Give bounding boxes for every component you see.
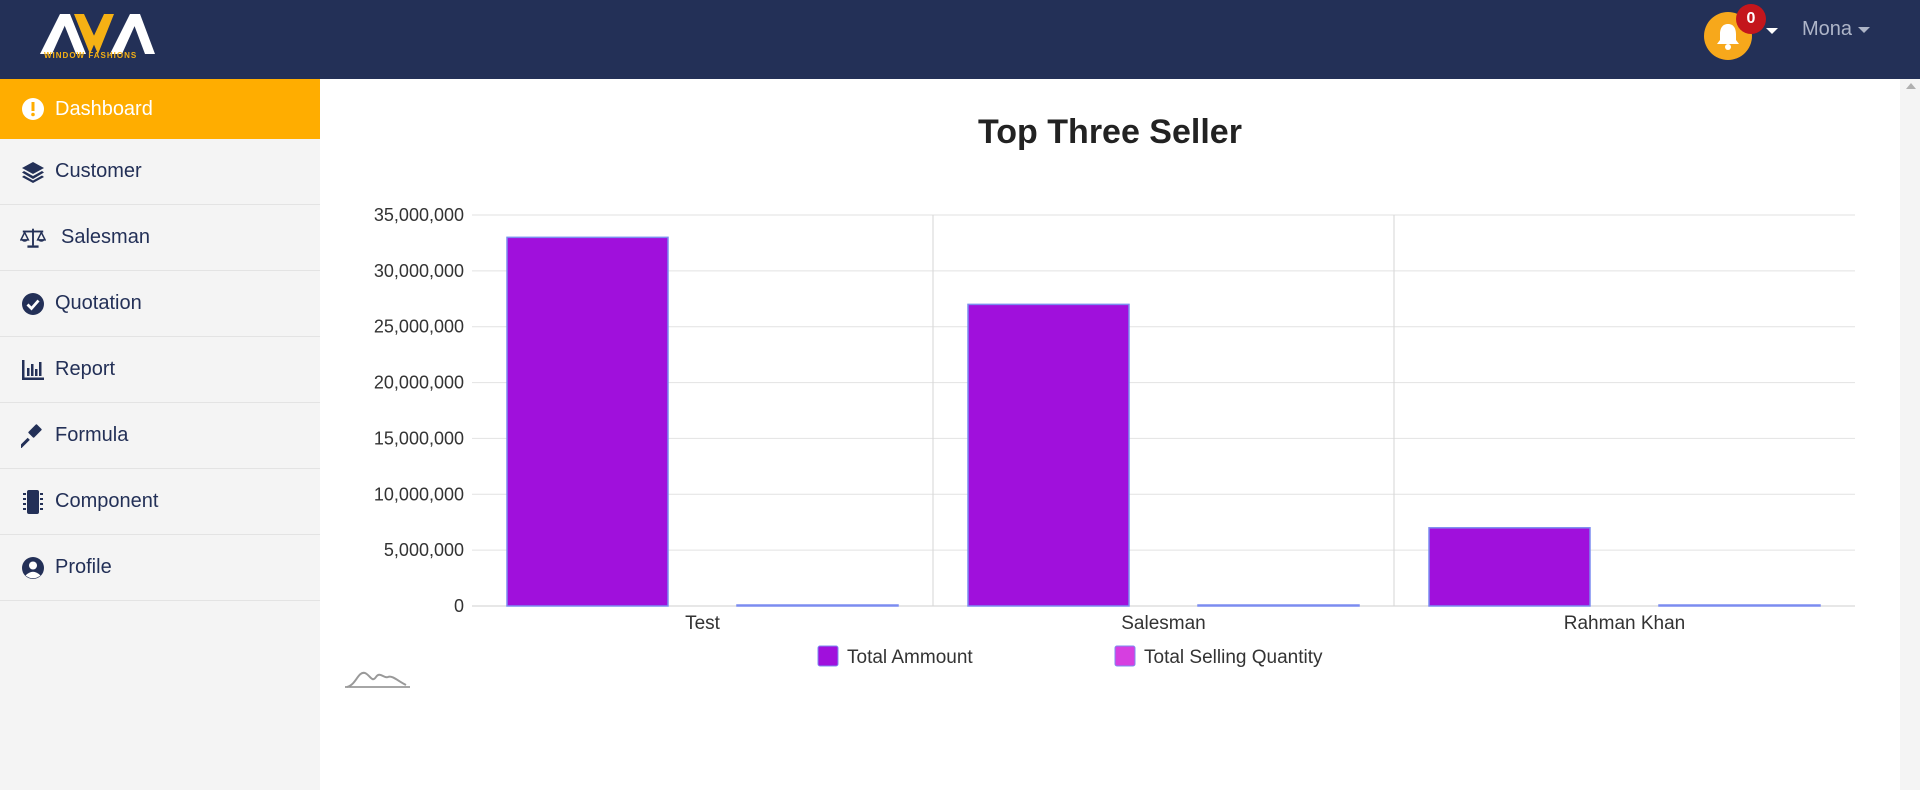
bar-total-amount[interactable] — [506, 236, 669, 607]
y-tick-label: 5,000,000 — [384, 540, 464, 560]
logo-subtitle: WINDOW FASHIONS — [44, 51, 138, 60]
y-tick-label: 25,000,000 — [374, 317, 464, 337]
notification-dropdown-caret[interactable] — [1766, 28, 1778, 34]
bar-total-selling-quantity[interactable] — [736, 604, 899, 607]
bar-total-selling-quantity[interactable] — [1658, 604, 1821, 607]
chip-icon — [20, 489, 46, 515]
y-axis-labels: 0 5,000,000 10,000,000 15,000,000 20,000,000… — [374, 205, 464, 616]
user-menu[interactable]: Mona — [1802, 18, 1871, 41]
legend-label[interactable]: Total Ammount — [847, 647, 973, 668]
chart-grid — [472, 214, 1855, 607]
user-circle-icon — [20, 555, 46, 581]
y-tick-label: 20,000,000 — [374, 373, 464, 393]
y-tick-label: 10,000,000 — [374, 484, 464, 504]
legend-label[interactable]: Total Selling Quantity — [1144, 647, 1323, 668]
sidebar-item-formula[interactable]: Formula — [0, 403, 320, 469]
sidebar-item-label: Formula — [55, 424, 129, 446]
sidebar-item-label: Quotation — [55, 292, 142, 314]
y-tick-label: 30,000,000 — [374, 261, 464, 281]
sidebar-item-label: Customer — [55, 160, 142, 182]
sidebar: Dashboard Customer Salesman Quotation Re… — [0, 79, 320, 790]
legend-swatch[interactable] — [1114, 645, 1136, 667]
vertical-scrollbar[interactable] — [1900, 79, 1920, 790]
chevron-down-icon — [1858, 26, 1871, 33]
sidebar-item-label: Profile — [55, 556, 112, 578]
chart-legend: Total Ammount Total Selling Quantity — [817, 645, 1323, 668]
y-tick-label: 15,000,000 — [374, 428, 464, 448]
sidebar-item-label: Dashboard — [55, 97, 153, 120]
bar-chart-icon — [20, 357, 46, 383]
sidebar-item-salesman[interactable]: Salesman — [0, 205, 320, 271]
sidebar-item-customer[interactable]: Customer — [0, 139, 320, 205]
legend-swatch[interactable] — [817, 645, 839, 667]
bar-chart: 0 5,000,000 10,000,000 15,000,000 20,000,000… — [374, 205, 1855, 668]
top-navbar: WINDOW FASHIONS 0 Mona — [0, 0, 1920, 79]
sidebar-item-dashboard[interactable]: Dashboard — [0, 79, 320, 139]
sidebar-item-label: Report — [55, 358, 116, 380]
sidebar-item-report[interactable]: Report — [0, 337, 320, 403]
gavel-icon — [20, 423, 46, 449]
notification-count-badge: 0 — [1736, 4, 1766, 34]
sidebar-item-label: Component — [55, 490, 159, 512]
exclamation-circle-icon — [20, 96, 46, 122]
scroll-up-arrow-icon[interactable] — [1906, 83, 1916, 89]
x-axis-labels: Test Salesman Rahman Khan — [685, 613, 1685, 634]
x-tick-label: Rahman Khan — [1564, 613, 1685, 634]
check-circle-icon — [20, 291, 46, 317]
layers-icon — [20, 159, 46, 185]
y-tick-label: 35,000,000 — [374, 205, 464, 225]
x-tick-label: Salesman — [1121, 613, 1206, 634]
sidebar-item-component[interactable]: Component — [0, 469, 320, 535]
sidebar-item-label: Salesman — [61, 226, 150, 248]
chart-bars — [506, 236, 1821, 607]
x-tick-label: Test — [685, 613, 721, 634]
sparkline-toggle-icon[interactable] — [344, 667, 410, 691]
balance-scale-icon — [20, 225, 46, 251]
bar-total-amount[interactable] — [967, 303, 1130, 607]
user-name: Mona — [1802, 18, 1853, 40]
y-tick-label: 0 — [454, 596, 464, 616]
bar-total-selling-quantity[interactable] — [1197, 604, 1360, 607]
sidebar-item-quotation[interactable]: Quotation — [0, 271, 320, 337]
sidebar-item-profile[interactable]: Profile — [0, 535, 320, 601]
bar-total-amount[interactable] — [1428, 527, 1591, 607]
